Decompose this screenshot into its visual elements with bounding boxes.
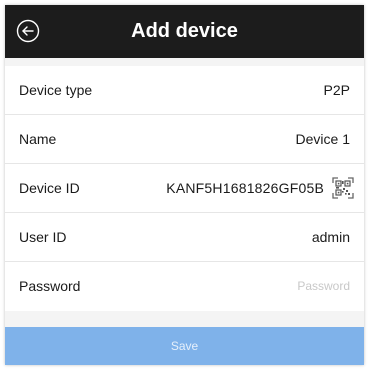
header-spacer — [5, 58, 364, 66]
user-id-value[interactable]: admin — [312, 213, 350, 262]
page-title: Add device — [131, 20, 238, 42]
save-button[interactable]: Save — [5, 327, 364, 365]
name-label: Name — [19, 131, 57, 147]
back-button[interactable] — [16, 19, 40, 43]
name-row[interactable]: Name Device 1 — [5, 115, 364, 164]
add-device-screen: Add device Device type P2P Name Device 1… — [5, 5, 364, 365]
password-label: Password — [19, 278, 81, 294]
password-row: Password — [5, 262, 364, 311]
header-bar: Add device — [5, 5, 364, 58]
device-id-row: Device ID KANF5H1681826GF05B — [5, 164, 364, 213]
user-id-label: User ID — [19, 229, 67, 245]
qr-code-scan-icon — [332, 177, 354, 199]
user-id-row[interactable]: User ID admin — [5, 213, 364, 262]
device-id-value[interactable]: KANF5H1681826GF05B — [166, 164, 324, 213]
device-id-label: Device ID — [19, 180, 80, 196]
device-type-label: Device type — [19, 82, 93, 98]
qr-scan-button[interactable] — [332, 177, 354, 199]
device-type-value: P2P — [323, 82, 350, 98]
device-form: Device type P2P Name Device 1 Device ID … — [5, 66, 364, 311]
password-input[interactable] — [200, 274, 350, 298]
back-arrow-circle-icon — [16, 19, 40, 43]
device-type-row[interactable]: Device type P2P — [5, 66, 364, 115]
name-value[interactable]: Device 1 — [296, 115, 350, 164]
